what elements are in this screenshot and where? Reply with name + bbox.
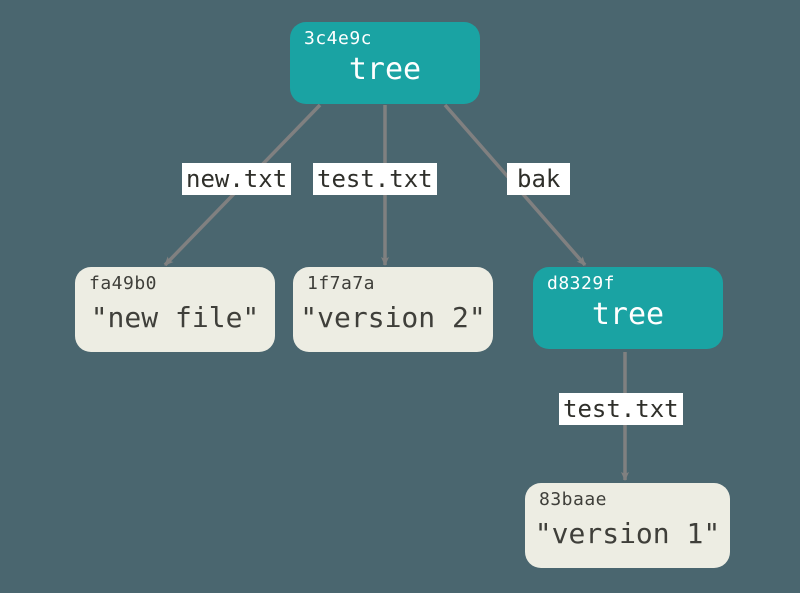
node-label: "version 2" <box>293 301 493 334</box>
diagram-stage: 3c4e9c tree new.txt test.txt bak fa49b0 … <box>0 0 800 593</box>
node-label: tree <box>533 297 723 332</box>
node-tree-root: 3c4e9c tree <box>290 22 480 104</box>
node-label: "new file" <box>75 301 275 334</box>
node-hash: fa49b0 <box>89 273 157 294</box>
edge-label-test-txt: test.txt <box>313 163 437 195</box>
node-hash: d8329f <box>547 273 615 294</box>
node-blob-newfile: fa49b0 "new file" <box>75 267 275 352</box>
node-blob-version1: 83baae "version 1" <box>525 483 730 568</box>
edge-label-bak: bak <box>507 163 570 195</box>
node-hash: 83baae <box>539 489 607 510</box>
node-label: tree <box>290 52 480 87</box>
node-tree-bak: d8329f tree <box>533 267 723 349</box>
edge-label-new-txt: new.txt <box>182 163 291 195</box>
edge-label-sub-test-txt: test.txt <box>559 393 683 425</box>
node-blob-version2: 1f7a7a "version 2" <box>293 267 493 352</box>
node-hash: 1f7a7a <box>307 273 375 294</box>
node-label: "version 1" <box>525 517 730 550</box>
node-hash: 3c4e9c <box>304 28 372 49</box>
